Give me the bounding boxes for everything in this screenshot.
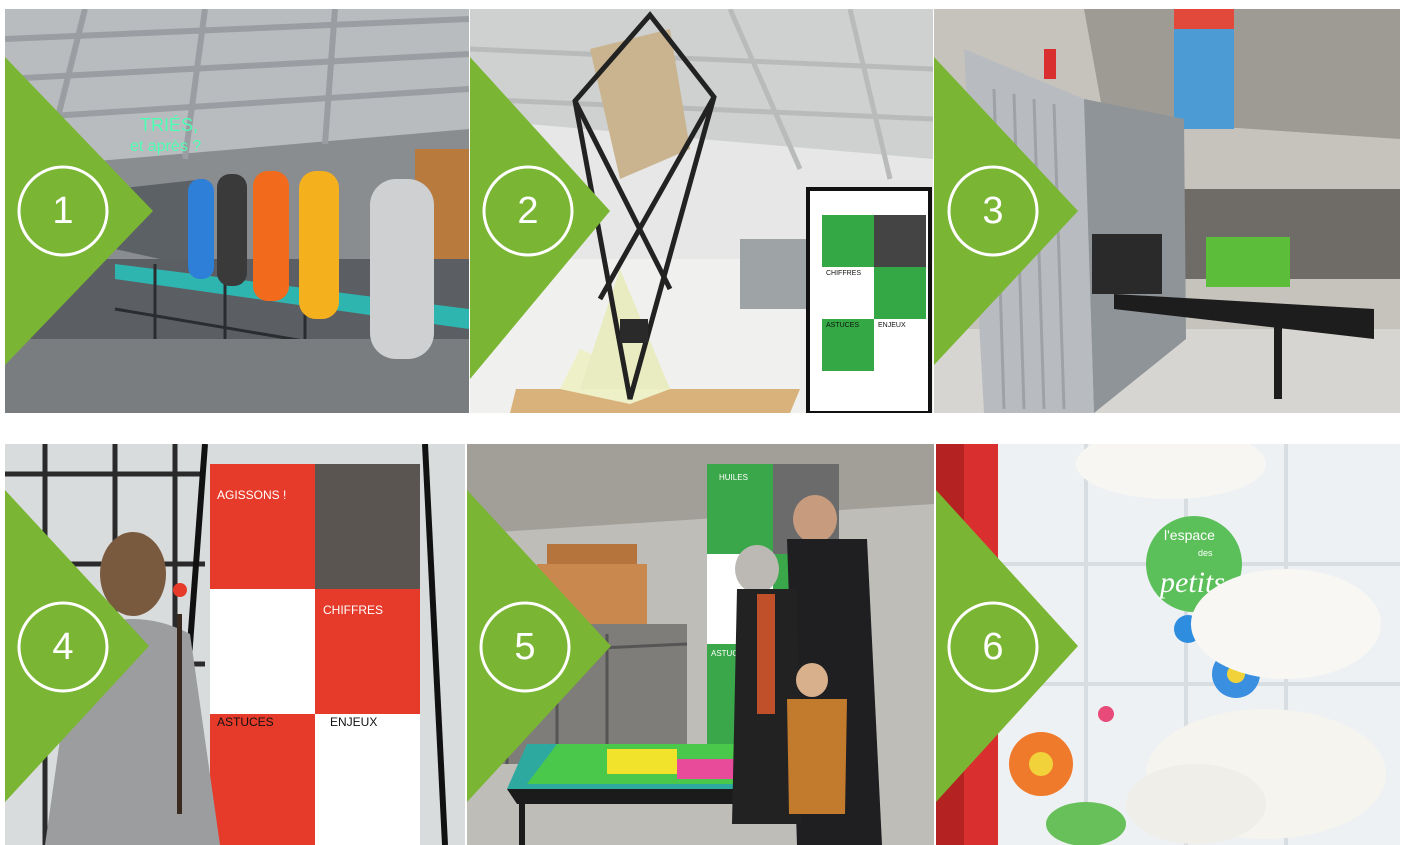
neon-caption-line1: TRIÉS, bbox=[140, 115, 198, 135]
photo-tile-2: CHIFFRES ASTUCES ENJEUX 2 bbox=[470, 9, 933, 413]
badge-number-4: 4 bbox=[52, 626, 74, 668]
sign-line-1: l'espace bbox=[1164, 527, 1215, 543]
badge-number-6: 6 bbox=[982, 626, 1004, 668]
neon-caption-line2: et après ? bbox=[130, 138, 201, 155]
panel-title: AGISSONS ! bbox=[217, 488, 286, 502]
badge-number-1: 1 bbox=[52, 190, 74, 232]
badge-number-3: 3 bbox=[982, 190, 1004, 232]
photo-tile-6: l'espace des petits 6 bbox=[936, 444, 1400, 845]
sign-astuces: ASTUCES bbox=[826, 322, 859, 329]
sign-enjeux: ENJEUX bbox=[878, 322, 906, 329]
panel-chiffres: CHIFFRES bbox=[323, 603, 383, 617]
panel-title: HUILES bbox=[719, 473, 748, 482]
photo-tile-4: AGISSONS ! CHIFFRES ASTUCES ENJEUX 4 bbox=[5, 444, 465, 845]
photo-tile-1: TRIÉS, et après ? 1 bbox=[5, 9, 469, 413]
panel-astuces: ASTUCES bbox=[217, 715, 274, 729]
sign-line-2: des bbox=[1198, 548, 1213, 558]
photo-tile-3: 3 bbox=[934, 9, 1400, 413]
panel-enjeux: ENJEUX bbox=[330, 715, 377, 729]
sign-chiffres: CHIFFRES bbox=[826, 270, 861, 277]
badge-number-2: 2 bbox=[517, 190, 539, 232]
badge-number-5: 5 bbox=[514, 626, 536, 668]
photo-tile-5: HUILES ASTUCES 5 bbox=[467, 444, 934, 845]
